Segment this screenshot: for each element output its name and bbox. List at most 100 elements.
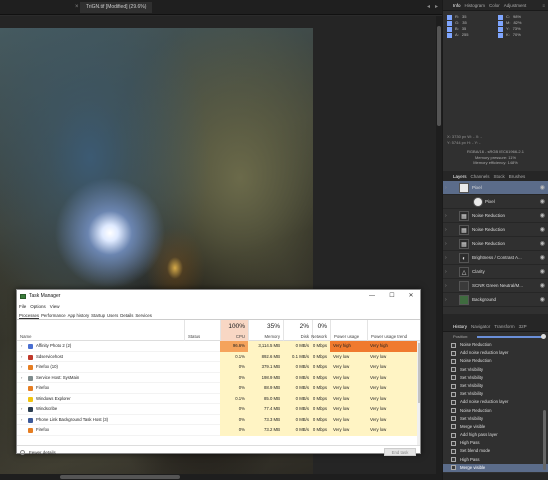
column-status[interactable]: Status: [184, 320, 220, 341]
layer-row[interactable]: › Pixel ◉: [443, 181, 548, 195]
layer-row[interactable]: › ▦ Noise Reduction ◉: [443, 237, 548, 251]
end-task-button[interactable]: End task: [384, 448, 416, 456]
column-network[interactable]: 0% Network: [311, 320, 330, 341]
history-item[interactable]: Add noise reduction layer: [443, 398, 548, 406]
tab-performance[interactable]: Performance: [41, 311, 66, 319]
expand-icon[interactable]: ›: [445, 181, 447, 195]
tab-histogram[interactable]: Histogram: [465, 0, 486, 10]
history-item[interactable]: Add high pass layer: [443, 431, 548, 439]
visibility-icon[interactable]: ◉: [540, 181, 545, 195]
tab-details[interactable]: Details: [120, 311, 133, 319]
tab-services[interactable]: Services: [135, 311, 151, 319]
process-row[interactable]: Firefox 0% 73.2 MB 0 MB/s 0 Mbps Very low Very…: [17, 425, 420, 436]
history-item[interactable]: Set Visibility: [443, 374, 548, 382]
tab-transform[interactable]: Transform: [494, 321, 514, 331]
tab-info[interactable]: Info: [453, 0, 461, 10]
canvas-horizontal-scrollbar[interactable]: [0, 474, 442, 480]
maximize-button[interactable]: ☐: [385, 290, 399, 303]
column-name[interactable]: Name: [17, 320, 184, 341]
eyedropper-icon[interactable]: [498, 32, 503, 38]
history-item[interactable]: Set Visibility: [443, 382, 548, 390]
eyedropper-icon[interactable]: [498, 20, 503, 26]
expand-icon[interactable]: ›: [21, 404, 22, 415]
history-position-slider[interactable]: [477, 336, 545, 338]
process-row[interactable]: Windows Explorer 0.1% 85.0 MB 0 MB/s 0 Mbps V…: [17, 393, 420, 404]
history-item[interactable]: Set Visibility: [443, 366, 548, 374]
chevron-left-icon[interactable]: ◂: [427, 3, 430, 10]
layer-row[interactable]: › ▦ Noise Reduction ◉: [443, 209, 548, 223]
tab-32p[interactable]: 32P: [519, 321, 527, 331]
eyedropper-icon[interactable]: [447, 20, 452, 26]
chevron-right-icon[interactable]: ▸: [435, 3, 438, 10]
expand-icon[interactable]: ›: [445, 293, 447, 307]
menu-options[interactable]: Options: [30, 303, 46, 311]
column-power-trend[interactable]: Power usage trend: [367, 320, 419, 341]
process-row[interactable]: › Sdservicehost 0.1% 892.6 MB 0.1 MB/s 0 Mbps…: [17, 351, 420, 363]
scrollbar-thumb[interactable]: [437, 26, 441, 126]
history-item[interactable]: Merge visible: [443, 423, 548, 431]
layer-row[interactable]: Pixel ◉: [443, 195, 548, 209]
eyedropper-icon[interactable]: [498, 14, 503, 20]
process-row[interactable]: › Phone Link Background Task Host (3) 0% 73…: [17, 414, 420, 426]
expand-icon[interactable]: ›: [21, 352, 22, 363]
tab-navigator[interactable]: Navigator: [471, 321, 490, 331]
tab-processes[interactable]: Processes: [19, 311, 40, 319]
process-row[interactable]: Firefox 0% 88.9 MB 0 MB/s 0 Mbps Very low Very…: [17, 383, 420, 394]
history-item[interactable]: Noise Reduction: [443, 341, 548, 349]
scrollbar-thumb[interactable]: [417, 343, 420, 403]
visibility-icon[interactable]: ◉: [540, 251, 545, 265]
minimize-button[interactable]: —: [365, 290, 379, 303]
layer-row[interactable]: › △ Clarity ◉: [443, 265, 548, 279]
layer-row[interactable]: › ▦ Noise Reduction ◉: [443, 223, 548, 237]
title-bar[interactable]: Task Manager — ☐ ✕: [17, 290, 420, 303]
history-scrollbar[interactable]: [543, 410, 546, 470]
visibility-icon[interactable]: ◉: [540, 223, 545, 237]
fewer-details-link[interactable]: Fewer details: [29, 450, 56, 455]
document-tab[interactable]: TriGN.tif [Modified] (29.6%): [80, 2, 153, 13]
history-item[interactable]: Set Visibility: [443, 415, 548, 423]
eyedropper-icon[interactable]: [447, 26, 452, 32]
tab-stock[interactable]: Stock: [494, 171, 505, 181]
visibility-icon[interactable]: ◉: [540, 237, 545, 251]
close-button[interactable]: ✕: [404, 290, 418, 303]
layer-row[interactable]: › ◐ Brightness / Contrast A... ◉: [443, 251, 548, 265]
process-row[interactable]: › Windscribe 0% 77.4 MB 0 MB/s 0 Mbps Very low…: [17, 404, 420, 415]
tab-users[interactable]: Users: [107, 311, 118, 319]
eyedropper-icon[interactable]: [447, 14, 452, 20]
panel-menu-icon[interactable]: ≡: [542, 0, 545, 11]
expand-icon[interactable]: ›: [445, 223, 447, 237]
expand-icon[interactable]: ›: [21, 341, 22, 352]
expand-icon[interactable]: ›: [21, 415, 22, 426]
expand-icon[interactable]: ›: [445, 279, 447, 293]
column-memory[interactable]: 35% Memory: [248, 320, 283, 341]
process-list-scrollbar[interactable]: [417, 341, 420, 445]
process-row[interactable]: › Firefox (10) 0% 379.1 MB 0 MB/s 0 Mbps Very …: [17, 362, 420, 373]
visibility-icon[interactable]: ◉: [540, 293, 545, 307]
history-item[interactable]: Add noise reduction layer: [443, 349, 548, 357]
visibility-icon[interactable]: ◉: [540, 209, 545, 223]
expand-icon[interactable]: ›: [445, 237, 447, 251]
column-disk[interactable]: 2% Disk: [283, 320, 312, 341]
chevron-up-icon[interactable]: [20, 450, 25, 455]
eyedropper-icon[interactable]: [447, 32, 452, 38]
history-item[interactable]: Noise Reduction: [443, 407, 548, 415]
process-row[interactable]: › Service Host: SysMain 0% 198.9 MB 0 MB/s 0 …: [17, 372, 420, 383]
tab-startup[interactable]: Startup: [91, 311, 105, 319]
tab-layers[interactable]: Layers: [453, 171, 467, 181]
expand-icon[interactable]: ›: [445, 251, 447, 265]
visibility-icon[interactable]: ◉: [540, 279, 545, 293]
column-cpu[interactable]: ⌄ 100% CPU: [220, 320, 248, 341]
column-power[interactable]: Power usage: [330, 320, 367, 341]
history-item[interactable]: Noise Reduction: [443, 357, 548, 365]
expand-icon[interactable]: ›: [21, 362, 22, 373]
expand-icon[interactable]: ›: [445, 265, 447, 279]
tab-color[interactable]: Color: [489, 0, 500, 10]
tab-brushes[interactable]: Brushes: [509, 171, 526, 181]
close-tab-icon[interactable]: ×: [75, 3, 79, 12]
tab-adjustment[interactable]: Adjustment: [504, 0, 527, 10]
visibility-icon[interactable]: ◉: [540, 265, 545, 279]
scrollbar-thumb[interactable]: [60, 475, 180, 479]
layer-row[interactable]: › SCNR Green Neutral/M... ◉: [443, 279, 548, 293]
menu-file[interactable]: File: [19, 303, 26, 311]
history-item[interactable]: Set blend mode: [443, 447, 548, 455]
